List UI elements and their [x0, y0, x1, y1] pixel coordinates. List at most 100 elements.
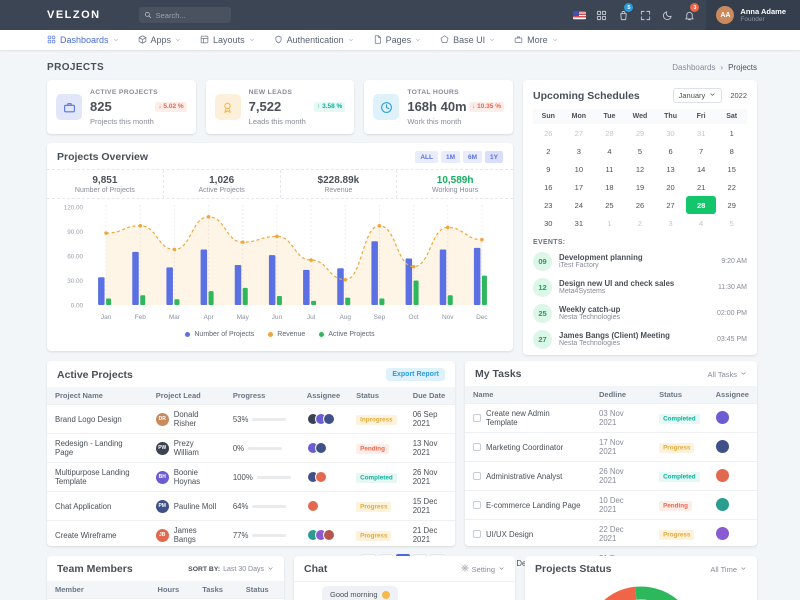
calendar-day[interactable]: 2	[533, 142, 564, 160]
calendar-day[interactable]: 25	[594, 196, 625, 214]
range-button-1y[interactable]: 1Y	[485, 151, 503, 163]
calendar-day[interactable]: 29	[716, 196, 747, 214]
calendar-day[interactable]: 13	[655, 160, 686, 178]
team-sort-dropdown[interactable]: SORT BY: Last 30 Days	[188, 565, 274, 574]
task-checkbox[interactable]	[473, 501, 481, 509]
calendar-day[interactable]: 20	[655, 178, 686, 196]
cart-button[interactable]: 5	[612, 0, 634, 30]
fullscreen-button[interactable]	[634, 0, 656, 30]
calendar-day[interactable]: 26	[533, 124, 564, 142]
calendar-day[interactable]: 15	[716, 160, 747, 178]
user-menu[interactable]: AA Anna Adame Founder	[706, 0, 800, 30]
task-checkbox[interactable]	[473, 530, 481, 538]
calendar-day[interactable]: 31	[564, 214, 595, 232]
task-row[interactable]: UI/UX Design22 Dec 2021Progress	[465, 520, 757, 549]
calendar-day[interactable]: 27	[655, 196, 686, 214]
range-button-1m[interactable]: 1M	[441, 151, 460, 163]
menu-item-authentication[interactable]: Authentication	[274, 35, 354, 46]
breadcrumb-dashboards[interactable]: Dashboards	[672, 63, 715, 72]
calendar-day[interactable]: 21	[686, 178, 717, 196]
project-name[interactable]: Brand Logo Design	[47, 405, 148, 434]
calendar-day[interactable]: 2	[625, 214, 656, 232]
calendar-day[interactable]: 9	[533, 160, 564, 178]
table-row[interactable]: Chat ApplicationPMPauline Moll64%Progres…	[47, 492, 455, 521]
menu-item-more[interactable]: More	[514, 35, 558, 46]
calendar-day[interactable]: 18	[594, 178, 625, 196]
event-item[interactable]: 09Development planningiTest Factory9:20 …	[523, 248, 757, 274]
task-checkbox[interactable]	[473, 472, 481, 480]
calendar-day[interactable]: 19	[625, 178, 656, 196]
tasks-filter-dropdown[interactable]: All Tasks	[708, 370, 747, 379]
global-search[interactable]	[139, 7, 231, 23]
calendar-day[interactable]: 6	[655, 142, 686, 160]
project-name[interactable]: Multipurpose Landing Template	[47, 463, 148, 492]
calendar-day[interactable]: 30	[655, 124, 686, 142]
table-row[interactable]: Multipurpose Landing TemplateBHBoonie Ho…	[47, 463, 455, 492]
table-row[interactable]: Redesign - Landing PagePWPrezy William0%…	[47, 434, 455, 463]
calendar-day[interactable]: 12	[625, 160, 656, 178]
menu-item-dashboards[interactable]: Dashboards	[47, 35, 119, 46]
calendar-day[interactable]: 5	[716, 214, 747, 232]
table-row[interactable]: Create WireframeJBJames Bangs77%Progress…	[47, 521, 455, 550]
calendar-day[interactable]: 16	[533, 178, 564, 196]
calendar-day[interactable]: 30	[533, 214, 564, 232]
calendar-day[interactable]: 3	[564, 142, 595, 160]
calendar-day[interactable]: 14	[686, 160, 717, 178]
project-name[interactable]: Chat Application	[47, 492, 148, 521]
month-select[interactable]: January	[673, 88, 723, 103]
menu-item-pages[interactable]: Pages	[373, 35, 422, 46]
legend-item-revenue[interactable]: Revenue	[268, 331, 305, 338]
calendar-day[interactable]: 1	[594, 214, 625, 232]
app-logo[interactable]: VELZON	[47, 9, 101, 21]
calendar-day[interactable]: 4	[686, 214, 717, 232]
task-checkbox[interactable]	[473, 443, 481, 451]
calendar-day[interactable]: 5	[625, 142, 656, 160]
status-filter-dropdown[interactable]: All Time	[710, 565, 747, 574]
calendar-day[interactable]: 23	[533, 196, 564, 214]
calendar-day[interactable]: 3	[655, 214, 686, 232]
darkmode-button[interactable]	[656, 0, 678, 30]
legend-item-active-projects[interactable]: Active Projects	[319, 331, 374, 338]
range-button-all[interactable]: ALL	[415, 151, 438, 163]
event-item[interactable]: 25Weekly catch-upNesta Technologies02:00…	[523, 300, 757, 326]
event-item[interactable]: 12Design new UI and check salesMeta4Syst…	[523, 274, 757, 300]
legend-item-number-of-projects[interactable]: Number of Projects	[185, 331, 254, 338]
range-button-6m[interactable]: 6M	[463, 151, 482, 163]
calendar-day[interactable]: 11	[594, 160, 625, 178]
calendar-day[interactable]: 26	[625, 196, 656, 214]
project-name[interactable]: Redesign - Landing Page	[47, 434, 148, 463]
calendar-day[interactable]: 29	[625, 124, 656, 142]
task-row[interactable]: E-commerce Landing Page10 Dec 2021Pendin…	[465, 491, 757, 520]
task-checkbox[interactable]	[473, 414, 481, 422]
task-row[interactable]: Marketing Coordinator17 Nov 2021Progress	[465, 433, 757, 462]
search-input[interactable]	[156, 11, 226, 20]
task-row[interactable]: Create new Admin Template03 Nov 2021Comp…	[465, 404, 757, 433]
menu-item-apps[interactable]: Apps	[138, 35, 182, 46]
calendar-day[interactable]: 10	[564, 160, 595, 178]
calendar-day[interactable]: 31	[686, 124, 717, 142]
calendar-day[interactable]: 28	[594, 124, 625, 142]
apps-grid-button[interactable]	[590, 0, 612, 30]
calendar-day[interactable]: 24	[564, 196, 595, 214]
menu-item-layouts[interactable]: Layouts	[200, 35, 255, 46]
calendar-day-selected[interactable]: 28	[686, 196, 717, 214]
chat-setting-dropdown[interactable]: Setting	[461, 564, 505, 574]
menu-item-base-ui[interactable]: Base UI	[440, 35, 495, 46]
export-report-button[interactable]: Export Report	[386, 368, 445, 381]
table-row[interactable]: Brand Logo DesignDRDonald Risher53%Inpro…	[47, 405, 455, 434]
notifications-button[interactable]: 3	[678, 0, 700, 30]
calendar-day[interactable]: 27	[564, 124, 595, 142]
language-flag-button[interactable]	[568, 0, 590, 30]
project-name[interactable]: Create Wireframe	[47, 521, 148, 550]
calendar-day[interactable]: 1	[716, 124, 747, 142]
calendar-day[interactable]: 22	[716, 178, 747, 196]
lead-name: Pauline Moll	[174, 502, 216, 511]
projects-status-card: Projects Status All Time	[525, 556, 757, 600]
calendar-day[interactable]: 4	[594, 142, 625, 160]
event-item[interactable]: 27James Bangs (Client) MeetingNesta Tech…	[523, 326, 757, 352]
overview-stat: $228.89kRevenue	[281, 170, 398, 198]
calendar-day[interactable]: 17	[564, 178, 595, 196]
calendar-day[interactable]: 8	[716, 142, 747, 160]
calendar-day[interactable]: 7	[686, 142, 717, 160]
task-row[interactable]: Administrative Analyst26 Nov 2021Complet…	[465, 462, 757, 491]
